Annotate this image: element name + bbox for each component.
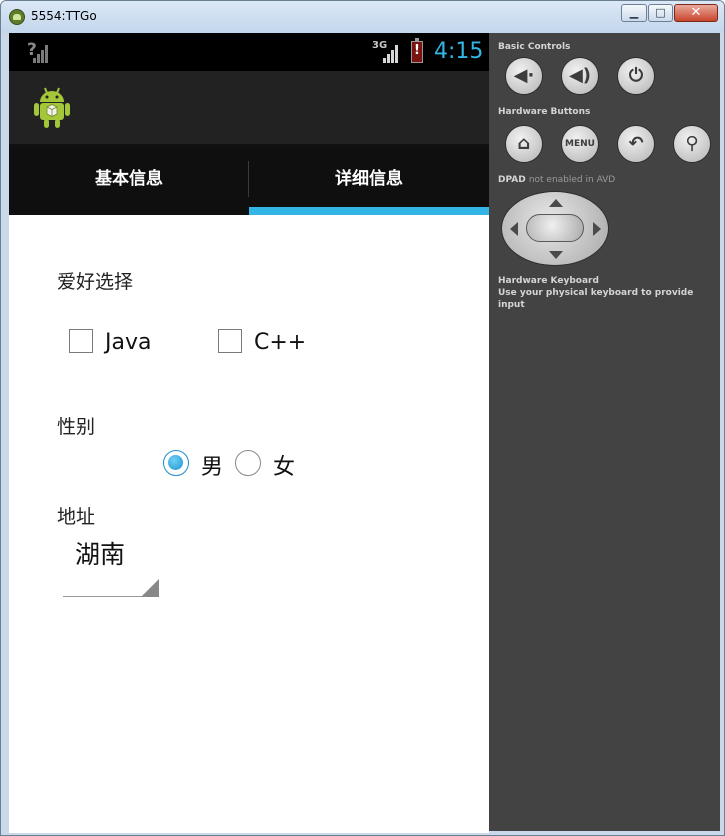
close-icon: ✕ [690, 5, 702, 20]
spinner-dropdown-icon [141, 579, 159, 597]
radio-male-label[interactable]: 男 [201, 449, 223, 481]
volume-down-button[interactable]: ◀· [505, 57, 543, 95]
keyboard-title: Hardware Keyboard [498, 276, 599, 286]
maximize-button[interactable]: □ [648, 4, 673, 22]
window-frame-left [1, 33, 9, 835]
address-spinner[interactable]: 湖南 [63, 525, 159, 597]
radio-female[interactable] [235, 450, 261, 476]
action-bar [9, 71, 489, 144]
tab-bar: 基本信息 详细信息 [9, 147, 489, 215]
address-spinner-value: 湖南 [75, 540, 126, 569]
volume-up-icon: ◀) [568, 65, 592, 86]
hardware-keyboard-info: Hardware Keyboard Use your physical keyb… [498, 275, 720, 311]
power-icon: ⏻ [628, 65, 644, 86]
search-button[interactable]: ⚲ [673, 125, 711, 163]
android-emulator-icon [9, 9, 25, 25]
dpad-center-button[interactable] [526, 214, 584, 242]
tab-selected-indicator [249, 207, 489, 215]
back-icon: ↶ [628, 133, 644, 154]
dpad-down-icon[interactable] [549, 251, 563, 259]
mobile-signal-icon [383, 45, 399, 63]
radio-female-label[interactable]: 女 [273, 449, 295, 481]
emulator-window: 5554:TTGo ▁ □ ✕ ? 3G ! 4:15 基本信息 详细信息 爱好… [0, 0, 725, 836]
radio-male[interactable] [163, 450, 189, 476]
back-button[interactable]: ↶ [617, 125, 655, 163]
maximize-icon: □ [655, 6, 666, 19]
gender-label: 性别 [57, 416, 96, 438]
close-button[interactable]: ✕ [674, 4, 718, 22]
window-frame-right [720, 33, 724, 835]
dpad-left-icon[interactable] [510, 222, 518, 236]
checkbox-java-label[interactable]: Java [105, 330, 151, 355]
status-clock: 4:15 [434, 39, 484, 64]
minimize-icon: ▁ [629, 6, 639, 19]
search-icon: ⚲ [685, 133, 699, 154]
detail-form: 爱好选择 Java C++ 性别 男 女 地址 湖南 [9, 215, 489, 833]
signal-strength-icon [33, 45, 49, 63]
home-button[interactable]: ⌂ [505, 125, 543, 163]
volume-down-icon: ◀· [513, 65, 535, 86]
dpad-right-icon[interactable] [593, 222, 601, 236]
dpad[interactable] [501, 191, 609, 266]
tab-detail-info[interactable]: 详细信息 [249, 147, 489, 215]
status-bar: ? 3G ! 4:15 [9, 33, 489, 71]
checkbox-cpp-label[interactable]: C++ [254, 330, 306, 355]
basic-controls-title: Basic Controls [498, 42, 571, 52]
tab-basic-info[interactable]: 基本信息 [9, 147, 249, 215]
checkbox-java[interactable] [69, 329, 93, 353]
battery-alert-icon: ! [411, 38, 423, 63]
dpad-up-icon[interactable] [549, 199, 563, 207]
device-screen: ? 3G ! 4:15 基本信息 详细信息 爱好选择 Java C++ 性别 男… [9, 33, 489, 833]
keyboard-note: Use your physical keyboard to provide in… [498, 288, 694, 310]
dpad-title: DPAD not enabled in AVD [498, 175, 616, 185]
power-button[interactable]: ⏻ [617, 57, 655, 95]
window-titlebar[interactable]: 5554:TTGo ▁ □ ✕ [1, 1, 724, 33]
menu-button[interactable]: MENU [561, 125, 599, 163]
volume-up-button[interactable]: ◀) [561, 57, 599, 95]
hardware-buttons-title: Hardware Buttons [498, 107, 591, 117]
window-title: 5554:TTGo [31, 9, 97, 23]
hobbies-label: 爱好选择 [57, 271, 134, 293]
minimize-button[interactable]: ▁ [621, 4, 647, 22]
checkbox-cpp[interactable] [218, 329, 242, 353]
home-icon: ⌂ [517, 133, 531, 154]
android-app-icon [34, 87, 70, 128]
emulator-control-panel: Basic Controls ◀· ◀) ⏻ Hardware Buttons … [489, 33, 720, 831]
